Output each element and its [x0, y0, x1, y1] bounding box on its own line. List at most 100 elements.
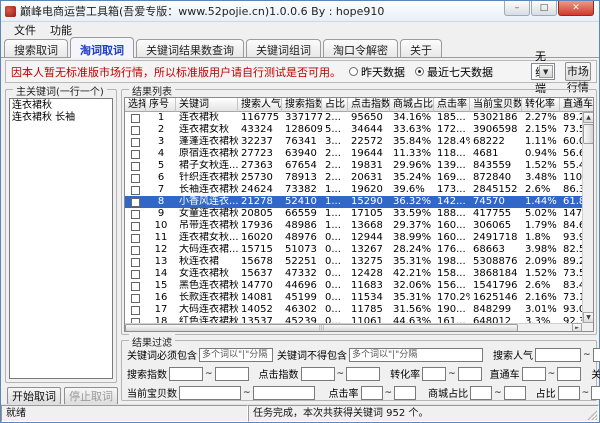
row-checkbox[interactable] — [131, 281, 140, 291]
row-checkbox[interactable] — [131, 125, 140, 135]
tab-1[interactable]: 淘词取词 — [70, 37, 134, 58]
chevron-down-icon[interactable]: ▼ — [538, 65, 553, 78]
radio-yesterday-label[interactable]: 昨天数据 — [361, 64, 405, 80]
menu-item-1[interactable]: 功能 — [43, 22, 79, 38]
table-row[interactable]: 5 裙子女秋连... 27363 67654 2... 19831 29.96% 139...… — [125, 160, 582, 172]
column-header[interactable]: 点击率 — [434, 98, 470, 112]
click-rate-min-input[interactable] — [360, 385, 383, 400]
column-header[interactable]: 关键词 — [176, 98, 238, 112]
table-row[interactable]: 18 红色连衣裙秋 13537 45239 0... 11061 44.63% 161... 6… — [125, 316, 582, 323]
table-row[interactable]: 12 大码连衣裙... 15715 51073 0... 13267 28.24% 176..… — [125, 244, 582, 256]
menu-item-0[interactable]: 文件 — [7, 22, 43, 38]
item-count-min-input[interactable] — [179, 385, 241, 400]
tab-0[interactable]: 搜索取词 — [4, 39, 68, 57]
keywords-input[interactable]: 连衣裙秋 连衣裙秋 长袖 — [9, 98, 113, 379]
row-checkbox[interactable] — [131, 185, 140, 195]
radio-last7days[interactable] — [415, 67, 424, 76]
vertical-scroll-thumb[interactable] — [583, 124, 593, 144]
search-popularity-min-input[interactable] — [535, 347, 581, 362]
row-checkbox[interactable] — [131, 149, 140, 159]
click-rate-max-input[interactable] — [394, 385, 417, 400]
row-checkbox[interactable] — [131, 221, 140, 231]
column-header[interactable]: 搜索指数 — [282, 98, 322, 112]
conversion-max-input[interactable] — [457, 366, 482, 381]
item-count-max-input[interactable] — [252, 385, 315, 400]
column-header[interactable]: 选择 — [125, 98, 146, 112]
column-header[interactable]: 当前宝贝数 — [470, 98, 522, 112]
scroll-down-icon[interactable]: ▼ — [583, 312, 593, 323]
click-index-max-input[interactable] — [346, 366, 381, 381]
search-index-min-input[interactable] — [169, 366, 203, 381]
scroll-right-icon[interactable]: ► — [572, 323, 582, 331]
table-row[interactable]: 7 长袖连衣裙秋 24624 73382 1... 19620 39.6% 173... 284… — [125, 184, 582, 196]
must-contain-input[interactable] — [199, 347, 273, 362]
ztc-max-input[interactable] — [557, 366, 582, 381]
tab-2[interactable]: 关键词结果数查询 — [136, 39, 244, 57]
row-checkbox[interactable] — [131, 269, 140, 279]
column-header[interactable]: 占比 — [322, 98, 348, 112]
mall-ratio-min-input[interactable] — [470, 385, 493, 400]
table-row[interactable]: 14 女连衣裙秋 15637 47332 0... 12428 42.21% 158... 38… — [125, 268, 582, 280]
table-row[interactable]: 15 黑色连衣裙秋 14770 44696 0... 11683 32.06% 156... 1… — [125, 280, 582, 292]
table-cell: 35.31% — [393, 292, 432, 303]
row-checkbox[interactable] — [131, 161, 140, 171]
row-checkbox[interactable] — [131, 257, 140, 267]
ztc-min-input[interactable] — [521, 366, 546, 381]
table-cell: 6 — [157, 172, 165, 183]
not-contain-input[interactable] — [349, 347, 483, 362]
resize-grip-icon[interactable] — [587, 410, 597, 420]
radio-last7days-label[interactable]: 最近七天数据 — [427, 64, 493, 80]
row-checkbox[interactable] — [131, 233, 140, 243]
minimize-icon[interactable]: – — [504, 1, 530, 16]
table-row[interactable]: 10 吊带连衣裙秋 17936 48986 1... 13668 29.37% 160... 3… — [125, 220, 582, 232]
ratio-max-input[interactable] — [591, 385, 600, 400]
table-row[interactable]: 3 蓬蓬连衣裙秋32237 76341 3... 22572 35.84% 128.4%68… — [125, 136, 582, 148]
row-checkbox[interactable] — [131, 293, 140, 303]
row-checkbox[interactable] — [131, 173, 140, 183]
table-row[interactable]: 4 原宿连衣裙秋 27723 63940 2... 19644 11.33% 118... 46… — [125, 148, 582, 160]
table-row[interactable]: 2 连衣裙女秋 43324 128609 5... 34644 33.63% 172... 39… — [125, 124, 582, 136]
table-cell: 11534 — [351, 292, 383, 303]
tab-3[interactable]: 关键词组词 — [246, 39, 321, 57]
row-checkbox[interactable] — [131, 305, 140, 315]
scroll-up-icon[interactable]: ▲ — [583, 112, 593, 123]
title-bar[interactable]: 巅峰电商运营工具箱(吾爱专版：www.52pojie.cn)1.0.0.6 By… — [1, 1, 599, 22]
column-header[interactable]: 序号 — [146, 98, 176, 112]
row-checkbox[interactable] — [131, 209, 140, 219]
mall-ratio-max-input[interactable] — [503, 385, 526, 400]
column-header[interactable]: 搜索人气 — [238, 98, 282, 112]
column-header[interactable]: 直通车 — [560, 98, 593, 112]
row-checkbox[interactable] — [131, 113, 140, 123]
radio-yesterday[interactable] — [349, 67, 358, 76]
table-row[interactable]: 17 大码连衣裙秋 14052 46302 0... 11785 31.56% 190... 8… — [125, 304, 582, 316]
start-button[interactable]: 开始取词 — [7, 387, 61, 405]
table-cell: 74570 — [473, 196, 505, 207]
maximize-icon[interactable]: □ — [531, 1, 557, 16]
row-checkbox[interactable] — [131, 137, 140, 147]
table-row[interactable]: 6 针织连衣裙秋 25730 78913 2... 20631 35.24% 169... 87… — [125, 172, 582, 184]
tab-4[interactable]: 淘口令解密 — [323, 39, 398, 57]
ratio-min-input[interactable] — [557, 385, 580, 400]
row-checkbox[interactable] — [131, 245, 140, 255]
close-icon[interactable]: ✕ — [558, 1, 594, 16]
column-header[interactable]: 转化率 — [522, 98, 560, 112]
table-row[interactable]: 8 小香风连衣... 21278 52410 1... 15290 36.32% 142...… — [125, 196, 582, 208]
table-row[interactable]: 1 连衣裙秋 116775 337177 2... 95650 34.16% 185... 53… — [125, 112, 582, 124]
horizontal-scroll-thumb[interactable]: ||| — [125, 324, 519, 331]
market-login-button[interactable]: 市场行情登陆 — [564, 62, 591, 110]
table-row[interactable]: 16 长款连衣裙秋14081 45199 0... 11534 35.31% 170.2%1… — [125, 292, 582, 304]
row-checkbox[interactable] — [131, 197, 140, 207]
table-row[interactable]: 9 女童连衣裙秋 20805 66559 1... 17105 33.59% 188... 41… — [125, 208, 582, 220]
click-index-min-input[interactable] — [300, 366, 335, 381]
column-header[interactable]: 商城占比 — [390, 98, 434, 112]
column-header[interactable]: 点击指数 — [348, 98, 390, 112]
tab-5[interactable]: 关于 — [400, 39, 442, 57]
horizontal-scrollbar[interactable]: ||| ► — [125, 323, 582, 331]
channel-select[interactable]: 无线端 ▼ — [531, 50, 555, 95]
table-row[interactable]: 13 秋连衣裙 15678 52251 0... 13275 35.31% 198... 530… — [125, 256, 582, 268]
vertical-scrollbar[interactable]: ▲ ▼ — [582, 112, 593, 323]
search-popularity-max-input[interactable] — [592, 347, 600, 362]
table-row[interactable]: 11 连衣裙女秋... 16020 48976 0... 12944 38.99% 160..… — [125, 232, 582, 244]
conversion-min-input[interactable] — [422, 366, 447, 381]
search-index-max-input[interactable] — [214, 366, 249, 381]
